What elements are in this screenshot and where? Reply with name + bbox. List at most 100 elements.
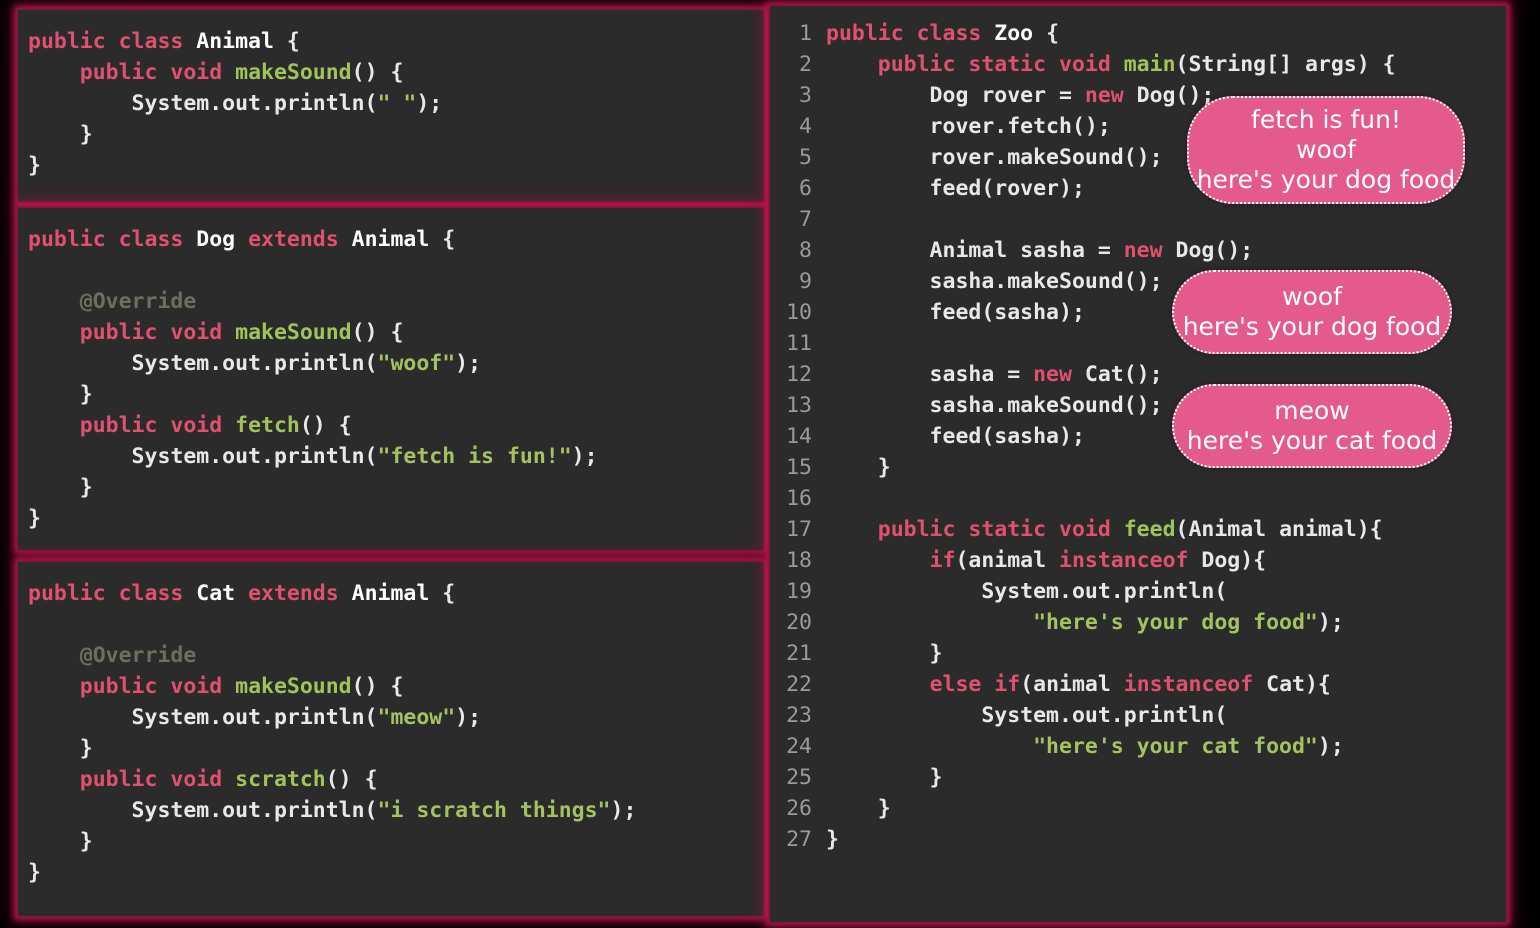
code-token: public bbox=[79, 320, 171, 345]
code-token: } bbox=[28, 382, 93, 407]
line-number: 23 bbox=[786, 703, 812, 728]
code-token: "meow" bbox=[377, 705, 456, 730]
code-token: Animal bbox=[351, 227, 430, 252]
code-token: ); bbox=[1317, 610, 1344, 635]
output-callout-sasha-cat: meow here's your cat food bbox=[1172, 384, 1452, 468]
code-token: } bbox=[28, 860, 41, 885]
code-token: class bbox=[118, 581, 197, 606]
code-token: void bbox=[170, 320, 236, 345]
code-token: "woof" bbox=[377, 351, 456, 376]
line-number: 26 bbox=[786, 796, 812, 821]
line-number: 14 bbox=[786, 424, 812, 449]
code-token: System.out.println( bbox=[28, 798, 378, 823]
code-line bbox=[28, 255, 764, 286]
code-token: } bbox=[826, 827, 839, 852]
code-token: makeSound bbox=[235, 60, 352, 85]
code-token: "here's your dog food" bbox=[1033, 610, 1318, 635]
callout-line: woof bbox=[1296, 135, 1356, 164]
code-token: Cat bbox=[196, 581, 249, 606]
code-token: ); bbox=[455, 705, 482, 730]
code-line: } bbox=[28, 150, 764, 181]
code-line: if(animal instanceof Dog){ bbox=[826, 545, 1506, 576]
code-token: Cat){ bbox=[1266, 672, 1331, 697]
code-token: public bbox=[79, 413, 171, 438]
code-token: } bbox=[28, 122, 93, 147]
code-content-animal[interactable]: public class Animal { public void makeSo… bbox=[18, 10, 764, 181]
code-line bbox=[28, 609, 764, 640]
code-token: instanceof bbox=[1123, 672, 1267, 697]
line-number: 8 bbox=[799, 238, 812, 263]
code-token: } bbox=[28, 153, 41, 178]
line-number: 5 bbox=[799, 145, 812, 170]
code-token: { bbox=[1033, 21, 1060, 46]
code-line: System.out.println(" "); bbox=[28, 88, 764, 119]
code-token: () { bbox=[351, 60, 404, 85]
code-line: public class Animal { bbox=[28, 26, 764, 57]
code-line: public void fetch() { bbox=[28, 410, 764, 441]
code-token: makeSound bbox=[235, 320, 352, 345]
code-token: } bbox=[28, 736, 93, 761]
code-token: ); bbox=[1317, 734, 1344, 759]
code-token: feed(sasha); bbox=[826, 300, 1085, 325]
code-token: void bbox=[170, 60, 236, 85]
code-token: void bbox=[1059, 52, 1124, 77]
code-token: } bbox=[826, 796, 891, 821]
code-token: @Override bbox=[79, 643, 197, 668]
line-number: 7 bbox=[799, 207, 812, 232]
code-line: } bbox=[28, 826, 764, 857]
code-panel-dog[interactable]: public class Dog extends Animal { @Overr… bbox=[16, 206, 766, 552]
code-line: else if(animal instanceof Cat){ bbox=[826, 669, 1506, 700]
code-token: () { bbox=[351, 674, 404, 699]
code-line: public void makeSound() { bbox=[28, 317, 764, 348]
line-number: 27 bbox=[786, 827, 812, 852]
code-line: System.out.println( bbox=[826, 700, 1506, 731]
code-token: else bbox=[929, 672, 995, 697]
code-line: public void makeSound() { bbox=[28, 57, 764, 88]
line-number: 10 bbox=[786, 300, 812, 325]
code-line bbox=[826, 483, 1506, 514]
code-token: fetch bbox=[235, 413, 300, 438]
code-token: Animal sasha = bbox=[826, 238, 1124, 263]
code-token: } bbox=[826, 455, 891, 480]
code-token: } bbox=[826, 765, 943, 790]
code-token: class bbox=[118, 227, 197, 252]
code-token: public bbox=[79, 767, 171, 792]
code-panel-animal[interactable]: public class Animal { public void makeSo… bbox=[16, 8, 766, 204]
line-number: 1 bbox=[799, 21, 812, 46]
code-content-cat[interactable]: public class Cat extends Animal { @Overr… bbox=[18, 562, 764, 888]
code-line: System.out.println("fetch is fun!"); bbox=[28, 441, 764, 472]
code-token: ); bbox=[455, 351, 482, 376]
code-token: Dog(); bbox=[1175, 238, 1254, 263]
code-panel-cat[interactable]: public class Cat extends Animal { @Overr… bbox=[16, 560, 766, 918]
code-line: } bbox=[826, 824, 1506, 855]
callout-line: here's your dog food bbox=[1196, 165, 1456, 194]
code-token: sasha = bbox=[826, 362, 1034, 387]
line-number: 6 bbox=[799, 176, 812, 201]
code-token: () { bbox=[299, 413, 352, 438]
callout-line: meow bbox=[1274, 396, 1350, 425]
code-line: public static void main(String[] args) { bbox=[826, 49, 1506, 80]
code-line: } bbox=[826, 793, 1506, 824]
code-token: public bbox=[28, 29, 119, 54]
code-line: "here's your cat food"); bbox=[826, 731, 1506, 762]
code-token: new bbox=[1123, 238, 1176, 263]
code-token: } bbox=[826, 641, 943, 666]
code-token: Animal bbox=[351, 581, 430, 606]
code-token: public bbox=[877, 517, 969, 542]
code-content-dog[interactable]: public class Dog extends Animal { @Overr… bbox=[18, 208, 764, 534]
callout-line: fetch is fun! bbox=[1251, 105, 1401, 134]
callout-line: here's your dog food bbox=[1182, 312, 1442, 341]
code-token: class bbox=[916, 21, 995, 46]
code-line: Animal sasha = new Dog(); bbox=[826, 235, 1506, 266]
code-token: (Animal animal){ bbox=[1175, 517, 1383, 542]
code-token: System.out.println( bbox=[28, 444, 378, 469]
code-token: sasha.makeSound(); bbox=[826, 269, 1163, 294]
code-token: (animal bbox=[1020, 672, 1124, 697]
code-line: } bbox=[826, 762, 1506, 793]
code-token: (animal bbox=[955, 548, 1060, 573]
